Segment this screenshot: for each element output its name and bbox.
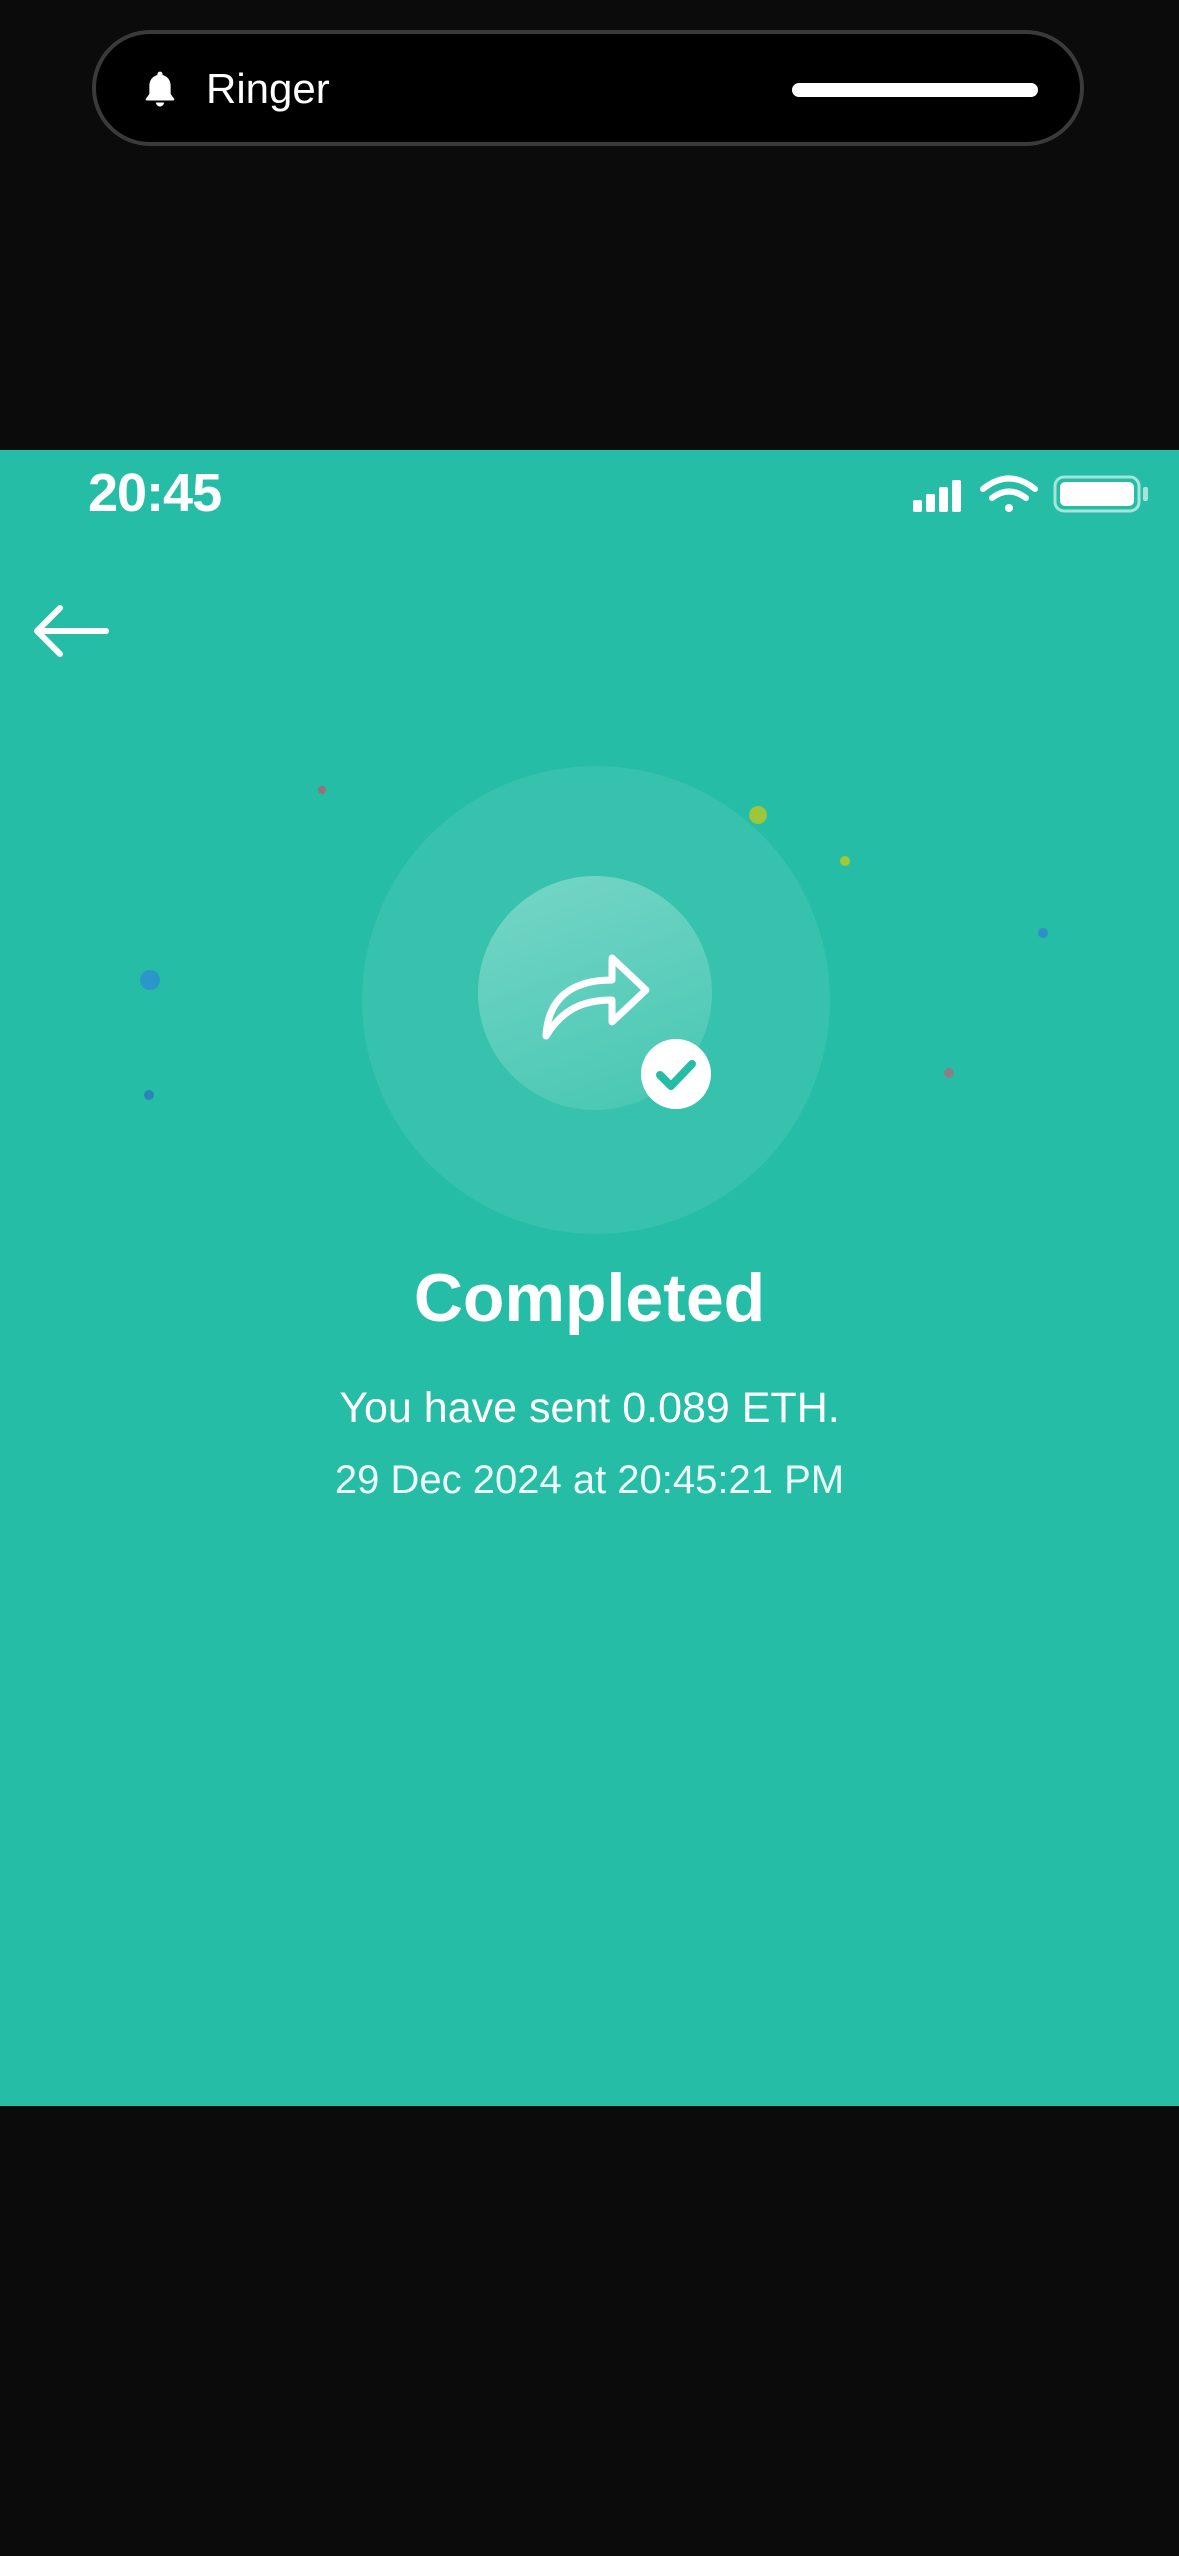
- battery-icon: [1053, 475, 1148, 513]
- confetti-dot: [318, 786, 326, 794]
- check-badge: [641, 1039, 711, 1109]
- confetti-dot: [944, 1068, 954, 1078]
- status-bar-icons: [913, 475, 1148, 513]
- status-title: Completed: [413, 1260, 766, 1336]
- confetti-dot: [840, 856, 850, 866]
- cellular-signal-icon: [913, 480, 961, 512]
- arrow-left-icon: [34, 605, 109, 657]
- back-button[interactable]: [30, 598, 112, 664]
- ringer-hud: Ringer: [92, 30, 1084, 146]
- ringer-label: Ringer: [206, 65, 330, 112]
- confetti-dot: [749, 806, 767, 824]
- transaction-complete-screen: 20:45 Completed You have sent 0.089 ETH.…: [0, 450, 1179, 2106]
- ringer-volume-bar: [792, 83, 1038, 97]
- bell-icon: [145, 71, 175, 107]
- confetti-dot: [1038, 928, 1048, 938]
- transaction-timestamp: 29 Dec 2024 at 20:45:21 PM: [334, 1458, 845, 1502]
- confetti-dot: [144, 1090, 154, 1100]
- wifi-icon: [980, 475, 1038, 512]
- share-forward-icon: [542, 954, 650, 1040]
- device-frame: Ringer 20:45 Completed You have sent 0.0…: [0, 0, 1179, 2556]
- confetti-dot: [140, 970, 160, 990]
- status-bar-time: 20:45: [88, 463, 222, 523]
- sent-amount-message: You have sent 0.089 ETH.: [339, 1384, 840, 1432]
